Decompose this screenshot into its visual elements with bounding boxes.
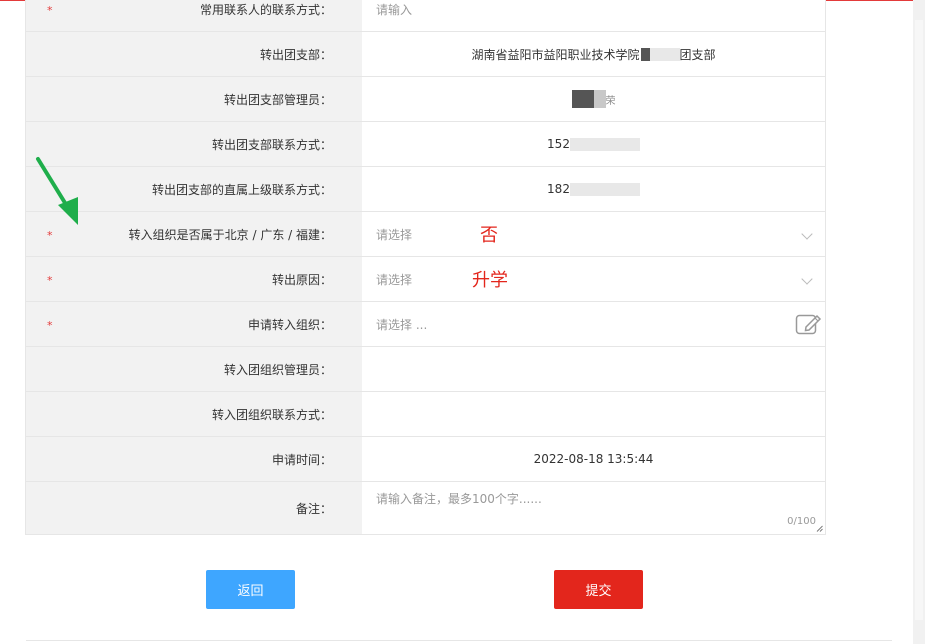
redaction-mask: [640, 47, 650, 61]
out-branch-text: 湖南省益阳市益阳职业技术学院: [471, 47, 640, 62]
form-row-remark: 备注： 请输入备注，最多100个字...... 0/100: [26, 481, 825, 534]
row-label: 转入团组织管理员：: [26, 347, 362, 391]
out-phone-value: 152: [362, 122, 825, 166]
reason-select[interactable]: 请选择 升学: [362, 257, 825, 301]
form-row-in-admin: 转入团组织管理员：: [26, 346, 825, 391]
chevron-down-icon[interactable]: [801, 273, 813, 285]
reason-select-placeholder: 请选择: [376, 272, 413, 287]
form-row-reason-select: * 转出原因： 请选择 升学: [26, 256, 825, 301]
back-button[interactable]: 返回: [206, 570, 295, 609]
required-mark: *: [47, 4, 53, 17]
form-row-in-phone: 转入团组织联系方式：: [26, 391, 825, 436]
superior-phone-text: 182: [547, 182, 570, 196]
reason-annotation: 升学: [472, 270, 508, 291]
in-phone-value: [362, 392, 825, 436]
required-mark: *: [47, 319, 53, 332]
region-annotation: 否: [480, 225, 498, 246]
row-label: 备注：: [26, 482, 362, 534]
scrollbar-thumb[interactable]: [915, 20, 923, 620]
transfer-form: * 常用联系人的联系方式： 请输入 转出团支部： 湖南省益阳市益阳职业技术学院 …: [25, 0, 826, 535]
label-text: 转出团支部的直属上级联系方式：: [151, 182, 332, 197]
form-row-out-phone: 转出团支部联系方式： 152: [26, 121, 825, 166]
label-text: 转入团组织联系方式：: [211, 407, 332, 422]
chevron-down-icon[interactable]: [801, 228, 813, 240]
redaction-mask: [569, 182, 640, 196]
label-text: 转出团支部：: [259, 47, 332, 62]
region-select[interactable]: 请选择 否: [362, 212, 825, 256]
target-org-placeholder: 请选择 ...: [376, 317, 428, 332]
required-mark: *: [47, 274, 53, 287]
row-label: 转出团支部管理员：: [26, 77, 362, 121]
redaction-mask: [569, 137, 640, 151]
contact-input[interactable]: 请输入: [362, 0, 825, 31]
form-row-contact: * 常用联系人的联系方式： 请输入: [26, 0, 825, 31]
contact-input-placeholder: 请输入: [376, 2, 413, 17]
form-row-apply-time: 申请时间： 2022-08-18 13:5:44: [26, 436, 825, 481]
region-select-placeholder: 请选择: [376, 227, 413, 242]
label-text: 备注：: [295, 501, 332, 516]
label-text: 转出团支部管理员：: [223, 92, 332, 107]
form-row-target-org: * 申请转入组织： 请选择 ...: [26, 301, 825, 346]
out-phone-text: 152: [547, 137, 570, 151]
out-admin-value: 荣: [362, 77, 825, 121]
superior-phone-value: 182: [362, 167, 825, 211]
label-text: 转入团组织管理员：: [223, 362, 332, 377]
form-row-out-admin: 转出团支部管理员： 荣: [26, 76, 825, 121]
label-text: 申请转入组织：: [247, 317, 332, 332]
out-branch-value: 湖南省益阳市益阳职业技术学院 团支部: [362, 32, 825, 76]
redaction-mask: [571, 90, 594, 108]
row-label: * 转出原因：: [26, 257, 362, 301]
row-label: 转入团组织联系方式：: [26, 392, 362, 436]
out-branch-suffix: 团支部: [679, 47, 716, 62]
form-row-superior-phone: 转出团支部的直属上级联系方式： 182: [26, 166, 825, 211]
char-counter: 0/100: [787, 516, 816, 527]
bottom-divider: [26, 640, 892, 641]
remark-placeholder: 请输入备注，最多100个字......: [376, 492, 542, 506]
submit-button[interactable]: 提交: [554, 570, 643, 609]
scrollbar[interactable]: [913, 0, 925, 644]
form-row-out-branch: 转出团支部： 湖南省益阳市益阳职业技术学院 团支部: [26, 31, 825, 76]
redaction-mask: [649, 47, 680, 61]
label-text: 常用联系人的联系方式：: [199, 2, 332, 17]
apply-time-value: 2022-08-18 13:5:44: [362, 437, 825, 481]
row-label: 转出团支部：: [26, 32, 362, 76]
redaction-mask: [593, 90, 606, 108]
form-row-region-select: * 转入组织是否属于北京 / 广东 / 福建： 请选择 否: [26, 211, 825, 256]
resize-handle-icon[interactable]: [816, 525, 823, 532]
row-label: * 常用联系人的联系方式：: [26, 0, 362, 31]
remark-textarea[interactable]: 请输入备注，最多100个字...... 0/100: [362, 482, 825, 534]
row-label: * 申请转入组织：: [26, 302, 362, 346]
edit-icon[interactable]: [795, 312, 823, 336]
apply-time-text: 2022-08-18 13:5:44: [533, 452, 654, 466]
target-org-picker[interactable]: 请选择 ...: [362, 302, 825, 346]
row-label: 申请时间：: [26, 437, 362, 481]
required-mark: *: [47, 229, 53, 242]
annotation-arrow-icon: [36, 157, 78, 225]
label-text: 转出团支部联系方式：: [211, 137, 332, 152]
out-admin-text: 荣: [605, 95, 616, 107]
label-text: 申请时间：: [271, 452, 332, 467]
label-text: 转出原因：: [271, 272, 332, 287]
in-admin-value: [362, 347, 825, 391]
label-text: 转入组织是否属于北京 / 广东 / 福建：: [128, 227, 332, 242]
